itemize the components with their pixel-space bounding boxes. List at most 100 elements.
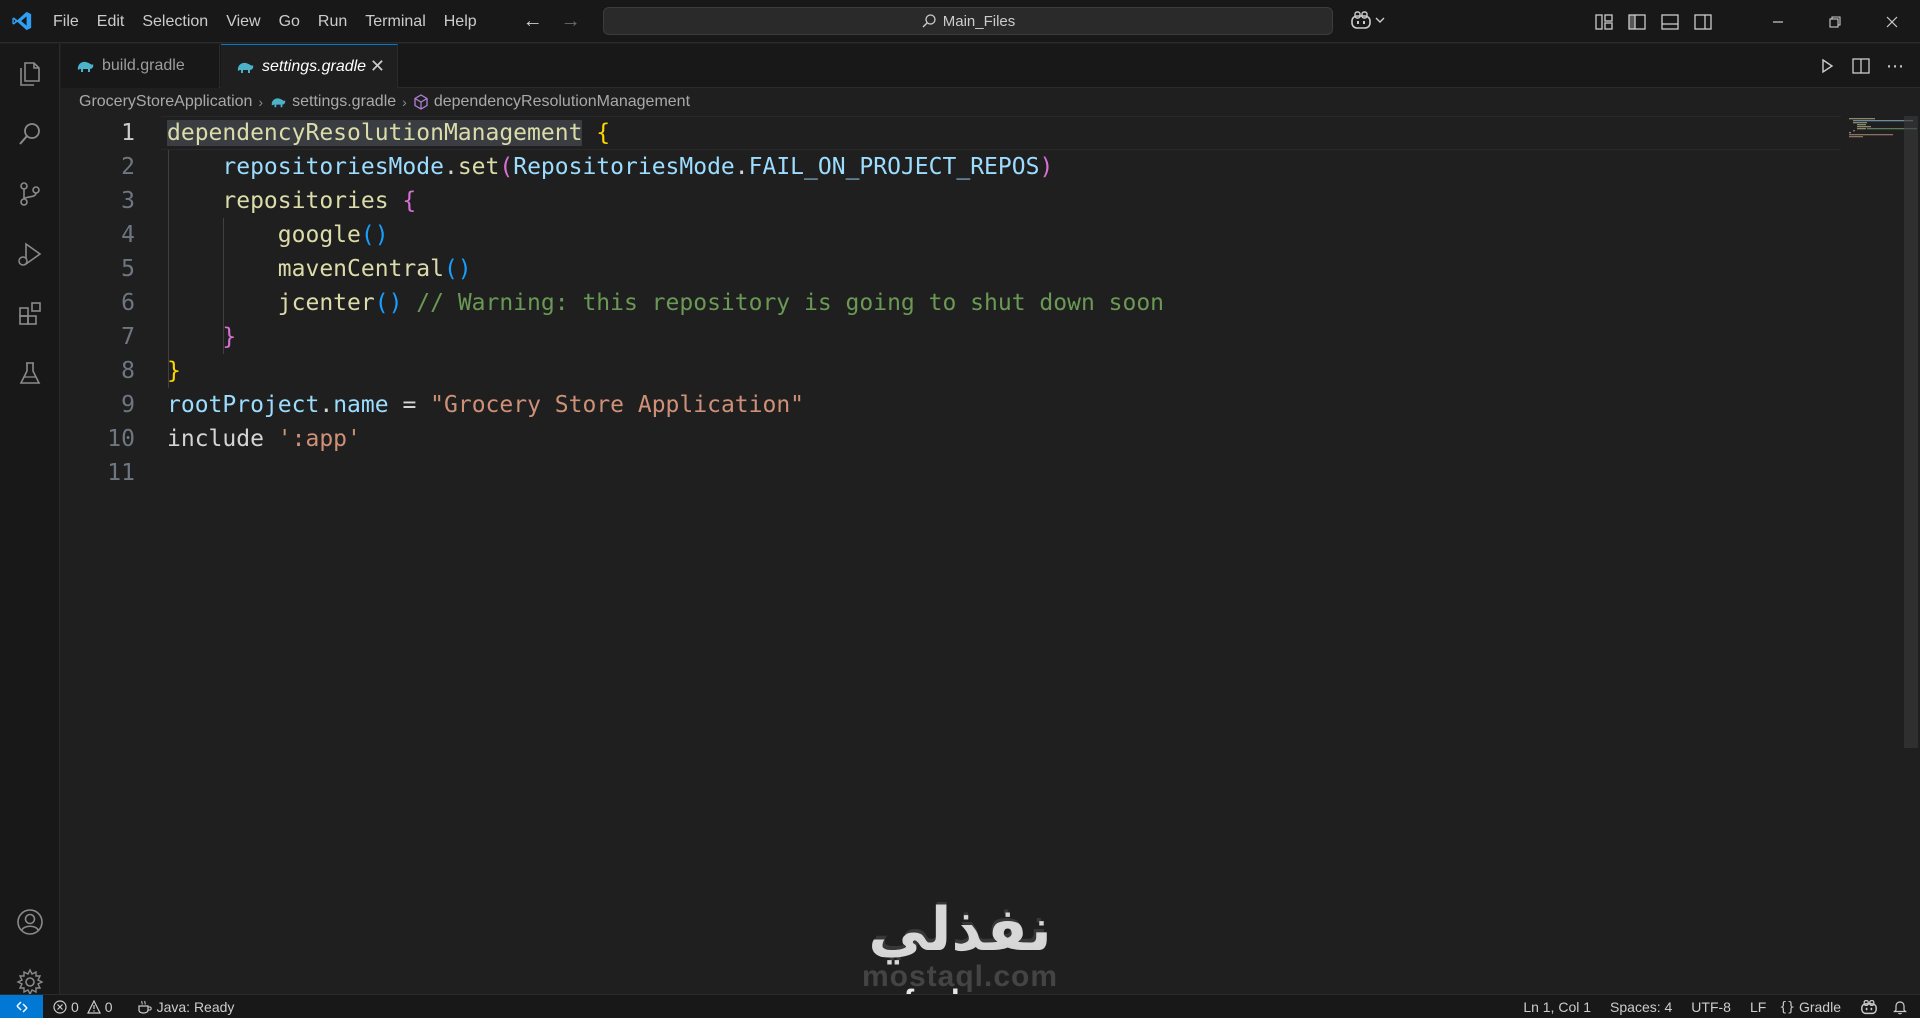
menu-file[interactable]: File [44, 0, 88, 43]
gradle-elephant-icon [237, 62, 254, 73]
gradle-elephant-icon [271, 98, 286, 108]
run-and-debug-icon[interactable] [0, 230, 60, 278]
menu-bar: File Edit Selection View Go Run Terminal… [44, 0, 486, 43]
source-control-icon[interactable] [0, 170, 60, 218]
more-actions-icon[interactable]: ⋯ [1880, 51, 1910, 81]
back-arrow-icon[interactable]: ← [522, 10, 544, 33]
extensions-icon[interactable] [0, 290, 60, 338]
chevron-right-icon: › [402, 94, 407, 110]
watermark-arabic-text: نفذلي [868, 895, 1052, 965]
line-number: 8 [121, 358, 135, 384]
toggle-primary-sidebar-icon[interactable] [1620, 0, 1653, 43]
editor-actions: ⋯ [1812, 44, 1920, 88]
menu-go[interactable]: Go [270, 0, 309, 43]
menu-help[interactable]: Help [435, 0, 486, 43]
search-icon [922, 14, 936, 28]
forward-arrow-icon[interactable]: → [560, 10, 582, 33]
code-line: 6 jcenter() // Warning: this repository … [61, 286, 1781, 320]
code-line: 9 rootProject.name = "Grocery Store Appl… [61, 388, 1781, 422]
line-number: 2 [121, 154, 135, 180]
breadcrumb-symbol[interactable]: dependencyResolutionManagement [413, 93, 690, 111]
breadcrumb: GroceryStoreApplication › settings.gradl… [61, 89, 690, 115]
tab-label: settings.gradle [262, 58, 367, 75]
line-number: 3 [121, 188, 135, 214]
code-line-text: jcenter() // Warning: this repository is… [277, 290, 1165, 316]
menu-edit[interactable]: Edit [88, 0, 134, 43]
copilot-icon [1351, 11, 1371, 29]
symbol-method-icon [414, 94, 428, 110]
tab-build-gradle[interactable]: build.gradle [61, 44, 220, 88]
testing-flask-icon[interactable] [0, 350, 60, 398]
line-number: 7 [121, 324, 135, 350]
code-line: 3 repositories { [61, 184, 1781, 218]
vscode-logo-icon [0, 0, 44, 43]
menu-view[interactable]: View [217, 0, 269, 43]
restore-icon[interactable] [1806, 0, 1863, 43]
breadcrumb-folder[interactable]: GroceryStoreApplication [79, 93, 252, 111]
title-bar-controls [1587, 0, 1920, 43]
chevron-down-icon [1375, 17, 1385, 23]
code-line: 4 google() [61, 218, 1781, 252]
copilot-status-icon[interactable] [1853, 995, 1885, 1018]
line-number: 10 [107, 426, 135, 452]
encoding-setting[interactable]: UTF-8 [1684, 995, 1743, 1018]
command-center-search[interactable]: Main_Files [603, 7, 1333, 35]
line-number: 1 [121, 120, 135, 146]
breadcrumb-symbol-label: dependencyResolutionManagement [433, 93, 691, 110]
search-sidebar-icon[interactable] [0, 110, 60, 158]
title-bar: File Edit Selection View Go Run Terminal… [0, 0, 1920, 43]
menu-run[interactable]: Run [309, 0, 356, 43]
toggle-panel-icon[interactable] [1653, 0, 1686, 43]
customize-layout-icon[interactable] [1587, 0, 1620, 43]
line-number: 4 [121, 222, 135, 248]
code-line: 2 repositoriesMode.set(RepositoriesMode.… [61, 150, 1781, 184]
tab-settings-gradle[interactable]: settings.gradle ✕ [221, 44, 398, 89]
chevron-right-icon: › [258, 94, 264, 110]
split-editor-icon[interactable] [1846, 51, 1876, 81]
code-line: 7 } [61, 320, 1781, 354]
code-line-text: google() [277, 222, 389, 248]
breadcrumb-file-label: settings.gradle [292, 93, 397, 110]
problems-indicator[interactable]: 0 0 [43, 995, 120, 1018]
code-line: 10 include ':app' [61, 422, 1781, 456]
breadcrumb-file[interactable]: settings.gradle [269, 93, 396, 111]
code-line-text: } [167, 358, 181, 384]
line-number: 9 [121, 392, 135, 418]
vertical-scrollbar[interactable] [1904, 116, 1918, 748]
warning-icon [86, 999, 101, 1014]
indentation-setting[interactable]: Spaces: 4 [1603, 995, 1684, 1018]
gradle-elephant-icon [77, 61, 94, 72]
end-of-line-setting[interactable]: LF [1743, 995, 1772, 1018]
line-number: 6 [121, 290, 135, 316]
line-number: 5 [121, 256, 135, 282]
code-line-text: repositoriesMode.set(RepositoriesMode.FA… [222, 154, 1054, 180]
close-window-icon[interactable] [1863, 0, 1920, 43]
status-bar: 0 0 Java: Ready Ln 1, Col 1 Spaces: 4 UT… [0, 994, 1920, 1018]
code-line-text: repositories { [222, 188, 417, 214]
language-mode[interactable]: {} Gradle [1772, 995, 1853, 1018]
code-line: 5 mavenCentral() [61, 252, 1781, 286]
notifications-bell-icon[interactable] [1885, 995, 1920, 1018]
menu-terminal[interactable]: Terminal [356, 0, 434, 43]
close-tab-icon[interactable]: ✕ [370, 57, 385, 75]
braces-icon: {} [1779, 999, 1795, 1015]
code-line-text: mavenCentral() [277, 256, 472, 282]
java-status[interactable]: Java: Ready [130, 995, 242, 1018]
toggle-secondary-sidebar-icon[interactable] [1686, 0, 1719, 43]
code-line: 11 [61, 456, 1781, 490]
error-count: 0 [71, 998, 79, 1015]
remote-indicator-icon[interactable] [0, 994, 43, 1018]
copilot-button[interactable] [1350, 10, 1386, 30]
explorer-icon[interactable] [0, 50, 60, 98]
minimize-icon[interactable] [1749, 0, 1806, 43]
accounts-icon[interactable] [0, 898, 60, 946]
search-text: Main_Files [942, 12, 1016, 30]
language-mode-label: Gradle [1798, 999, 1841, 1015]
error-icon [53, 999, 67, 1014]
code-line: 1 dependencyResolutionManagement { [61, 116, 1841, 150]
cursor-position[interactable]: Ln 1, Col 1 [1516, 995, 1603, 1018]
code-editor[interactable]: 1 dependencyResolutionManagement { 2 rep… [61, 116, 1920, 1018]
tab-label: build.gradle [102, 57, 185, 74]
run-play-icon[interactable] [1812, 51, 1842, 81]
menu-selection[interactable]: Selection [133, 0, 217, 43]
